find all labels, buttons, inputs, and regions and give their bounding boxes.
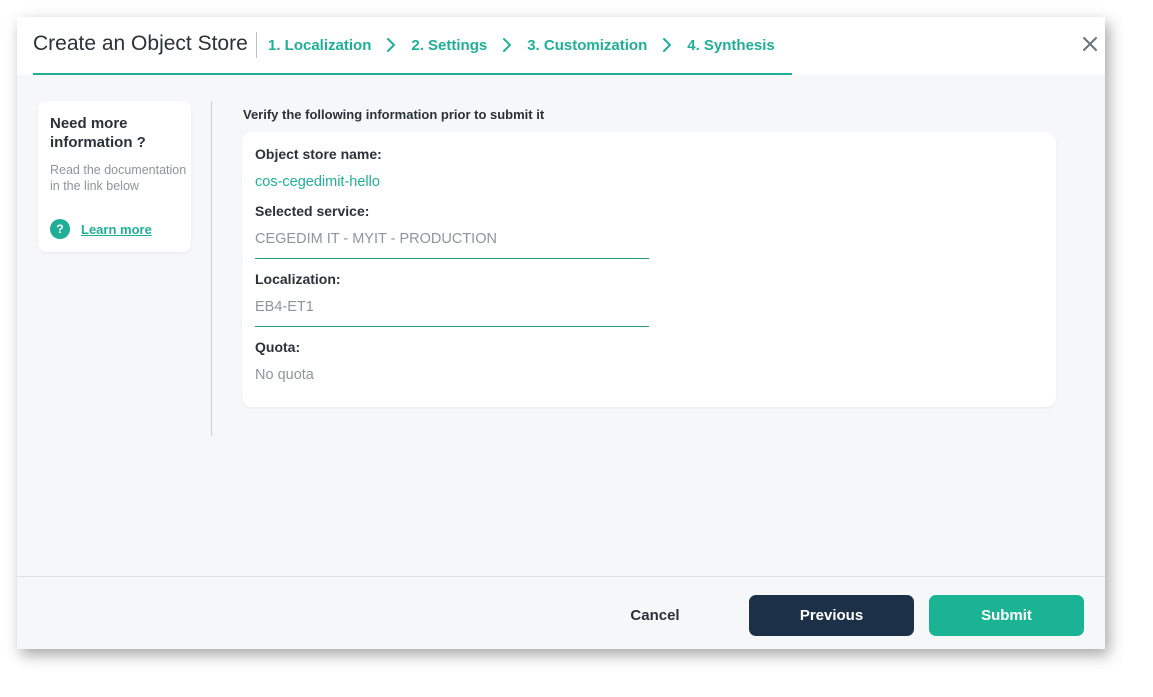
footer-divider bbox=[17, 576, 1105, 577]
close-icon[interactable] bbox=[1081, 35, 1099, 53]
chevron-right-icon bbox=[371, 35, 411, 55]
dialog-header: Create an Object Store 1. Localization 2… bbox=[17, 17, 1105, 75]
help-title: Need more information ? bbox=[50, 115, 146, 151]
step-customization[interactable]: 3. Customization bbox=[527, 37, 647, 54]
selected-service-underline bbox=[255, 258, 649, 259]
verify-instructions: Verify the following information prior t… bbox=[243, 107, 545, 122]
selected-service-label: Selected service: bbox=[255, 203, 370, 219]
localization-value: EB4-ET1 bbox=[255, 299, 314, 315]
step-localization[interactable]: 1. Localization bbox=[268, 37, 371, 54]
stepper: 1. Localization 2. Settings 3. Customiza… bbox=[268, 35, 775, 55]
step-settings[interactable]: 2. Settings bbox=[411, 37, 487, 54]
create-object-store-dialog: Create an Object Store 1. Localization 2… bbox=[17, 17, 1105, 649]
selected-service-value: CEGEDIM IT - MYIT - PRODUCTION bbox=[255, 231, 497, 247]
object-store-name-label: Object store name: bbox=[255, 146, 382, 162]
learn-more-row: ? Learn more bbox=[50, 219, 152, 239]
learn-more-link[interactable]: Learn more bbox=[81, 222, 152, 237]
cancel-button[interactable]: Cancel bbox=[600, 595, 710, 636]
chevron-right-icon bbox=[487, 35, 527, 55]
localization-label: Localization: bbox=[255, 271, 341, 287]
localization-underline bbox=[255, 326, 649, 327]
step-synthesis[interactable]: 4. Synthesis bbox=[687, 37, 775, 54]
vertical-divider bbox=[211, 101, 212, 436]
help-text: Read the documentation in the link below bbox=[50, 163, 187, 193]
stepper-progress-underline bbox=[33, 73, 792, 75]
previous-button[interactable]: Previous bbox=[749, 595, 914, 636]
question-icon: ? bbox=[50, 219, 70, 239]
chevron-right-icon bbox=[647, 35, 687, 55]
submit-button[interactable]: Submit bbox=[929, 595, 1084, 636]
object-store-name-value: cos-cegedimit-hello bbox=[255, 174, 380, 190]
help-card: Need more information ? Read the documen… bbox=[38, 101, 191, 252]
quota-value: No quota bbox=[255, 367, 314, 383]
dialog-title: Create an Object Store bbox=[33, 32, 248, 55]
quota-label: Quota: bbox=[255, 339, 301, 355]
title-separator bbox=[256, 32, 257, 58]
synthesis-card: Object store name: cos-cegedimit-hello S… bbox=[242, 132, 1056, 407]
